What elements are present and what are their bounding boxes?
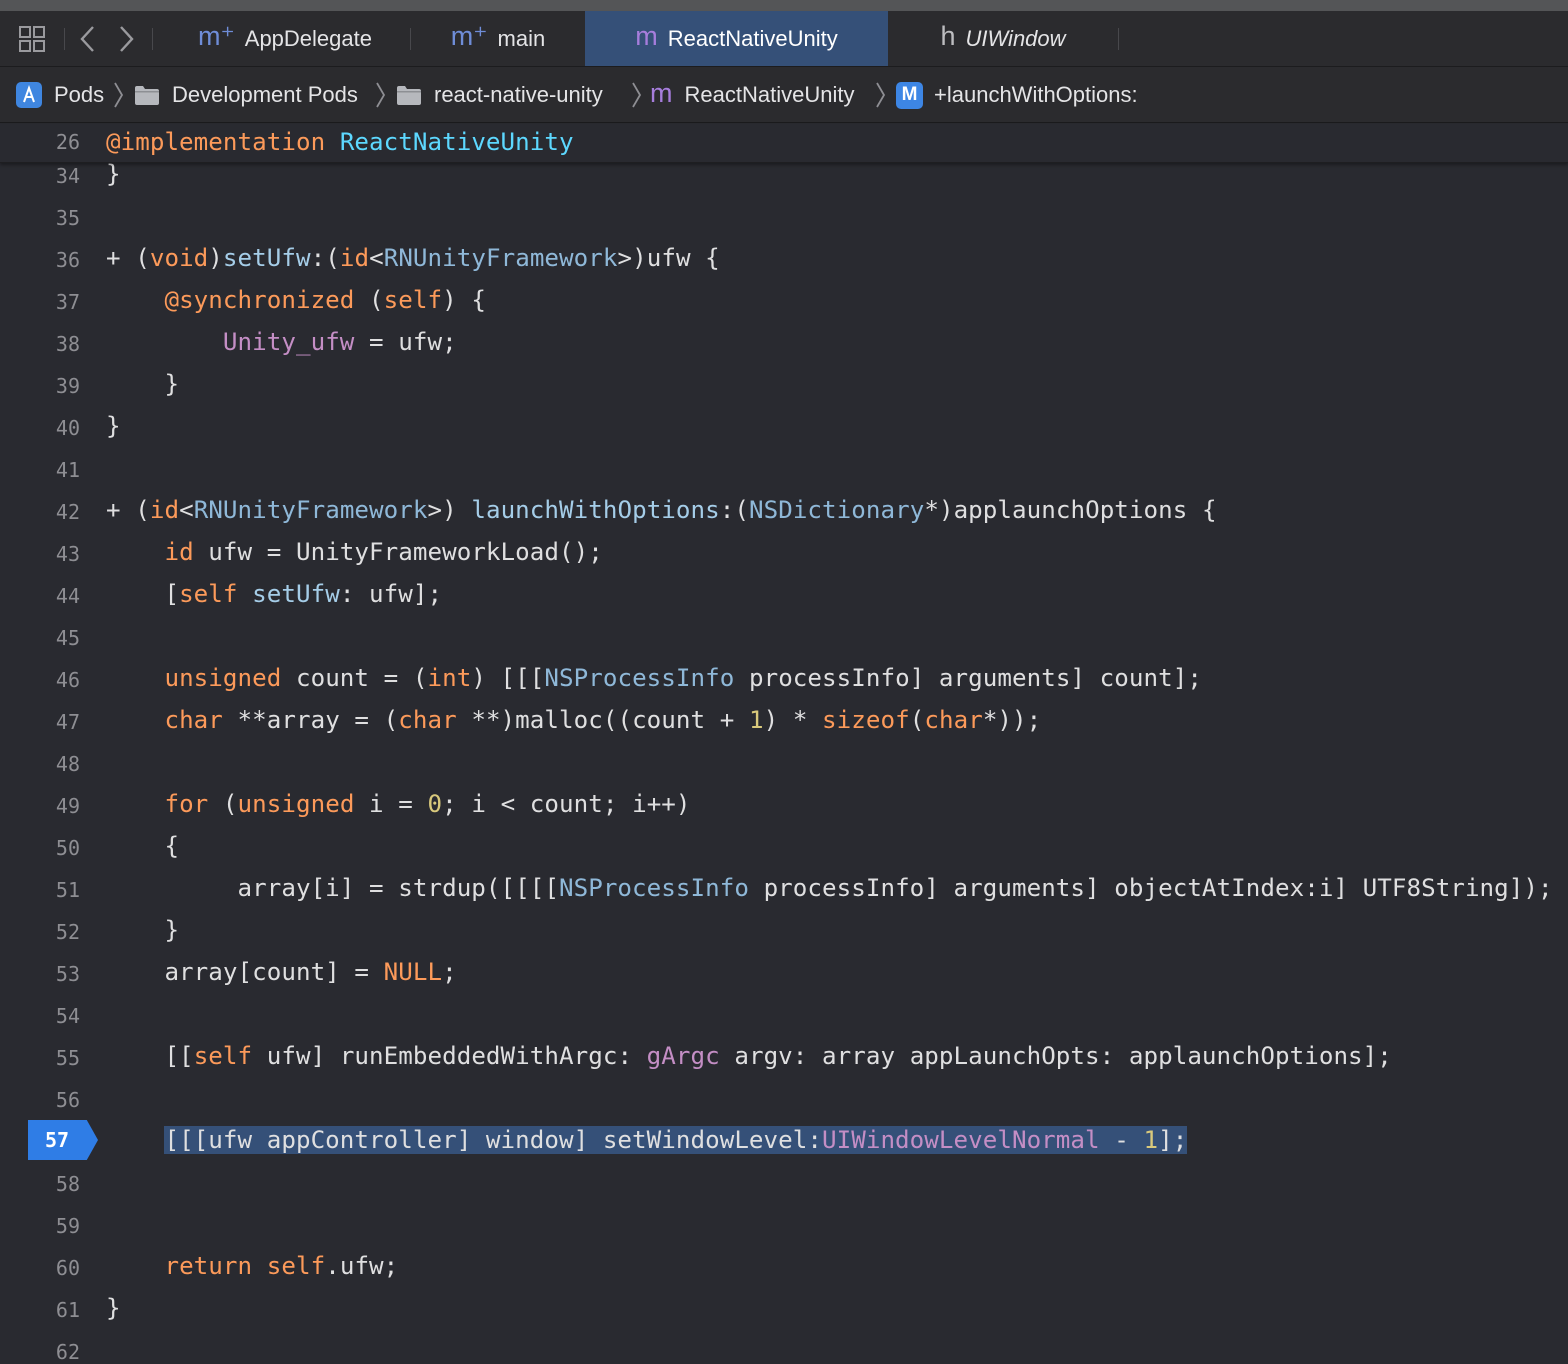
line-number[interactable]: 54 <box>0 1004 80 1028</box>
selected-code-line[interactable]: [[[ufw appController] window] setWindowL… <box>106 1126 1188 1154</box>
implementation-keyword: @implementation <box>106 128 326 156</box>
line-number[interactable]: 44 <box>0 584 80 608</box>
line-number: 26 <box>55 130 80 154</box>
breadcrumb-label: Development Pods <box>172 82 358 107</box>
tab-label: UIWindow <box>965 25 1066 51</box>
line-number[interactable]: 56 <box>0 1088 80 1112</box>
tab-uiwindow[interactable]: h UIWindow <box>888 11 1118 66</box>
chevron-right-icon <box>112 67 124 123</box>
code-line[interactable]: } <box>106 412 121 440</box>
code-line[interactable]: } <box>106 160 121 188</box>
code-line[interactable]: { <box>106 832 179 860</box>
code-line: @implementation ReactNativeUnity <box>106 128 574 156</box>
line-number[interactable]: 62 <box>0 1340 80 1364</box>
tab-appdelegate[interactable]: m⁺ AppDelegate <box>160 11 410 66</box>
line-number[interactable]: 40 <box>0 416 80 440</box>
related-items-icon[interactable] <box>14 21 50 57</box>
line-number[interactable]: 39 <box>0 374 80 398</box>
code-line[interactable]: array[count] = NULL; <box>106 958 457 986</box>
code-line[interactable]: id ufw = UnityFrameworkLoad(); <box>106 538 603 566</box>
breadcrumb-label: +launchWithOptions: <box>934 82 1138 107</box>
app-project-icon <box>16 82 42 108</box>
line-number[interactable]: 59 <box>0 1214 80 1238</box>
code-line[interactable]: Unity_ufw = ufw; <box>106 328 457 356</box>
text-selection: [[[ufw appController] window] setWindowL… <box>164 1126 1188 1154</box>
breadcrumb-item-react-native-unity[interactable]: react-native-unity <box>396 67 603 123</box>
breadcrumb-item-reactnativeunity[interactable]: m ReactNativeUnity <box>650 67 854 123</box>
folder-icon <box>134 84 160 106</box>
line-number[interactable]: 34 <box>0 164 80 188</box>
line-number[interactable]: 37 <box>0 290 80 314</box>
tab-reactnativeunity[interactable]: m ReactNativeUnity <box>585 11 888 66</box>
tab-bar: m⁺ AppDelegate m⁺ main m ReactNativeUnit… <box>0 11 1568 67</box>
tab-label: ReactNativeUnity <box>667 25 838 51</box>
code-line[interactable]: } <box>106 1294 121 1322</box>
tab-label: AppDelegate <box>244 25 372 51</box>
line-number[interactable]: 52 <box>0 920 80 944</box>
code-line[interactable]: } <box>106 370 179 398</box>
window-top-strip <box>0 0 1568 11</box>
breakpoint-marker[interactable]: 57 <box>28 1120 98 1160</box>
line-number[interactable]: 43 <box>0 542 80 566</box>
chevron-right-icon <box>374 67 386 123</box>
method-icon: M <box>896 81 923 109</box>
chevron-right-icon <box>630 67 642 123</box>
line-number[interactable]: 58 <box>0 1172 80 1196</box>
code-line[interactable]: return self.ufw; <box>106 1252 398 1280</box>
line-number[interactable]: 53 <box>0 962 80 986</box>
breadcrumb-label: react-native-unity <box>434 82 603 107</box>
header-file-icon: h <box>940 21 956 51</box>
sticky-header: 26 @implementation ReactNativeUnity <box>0 124 1568 163</box>
code-line[interactable]: [self setUfw: ufw]; <box>106 580 442 608</box>
code-line[interactable]: char **array = (char **)malloc((count + … <box>106 706 1041 734</box>
tabbar-separator <box>152 28 153 50</box>
line-number[interactable]: 42 <box>0 500 80 524</box>
breadcrumb-item-pods[interactable]: Pods <box>16 67 104 123</box>
code-line[interactable]: + (void)setUfw:(id<RNUnityFramework>)ufw… <box>106 244 720 272</box>
folder-icon <box>396 84 422 106</box>
line-number[interactable]: 61 <box>0 1298 80 1322</box>
chevron-right-icon <box>874 67 886 123</box>
code-editor[interactable]: 26 @implementation ReactNativeUnity 34} 3… <box>0 124 1568 1364</box>
code-line[interactable]: } <box>106 916 179 944</box>
breadcrumb-item-method[interactable]: M +launchWithOptions: <box>896 67 1138 123</box>
line-number[interactable]: 50 <box>0 836 80 860</box>
line-number[interactable]: 51 <box>0 878 80 902</box>
tab-main[interactable]: m⁺ main <box>411 11 585 66</box>
code-line[interactable]: + (id<RNUnityFramework>) launchWithOptio… <box>106 496 1217 524</box>
line-number[interactable]: 38 <box>0 332 80 356</box>
code-line[interactable]: array[i] = strdup([[[[NSProcessInfo proc… <box>106 874 1553 902</box>
objc-file-icon: m <box>650 77 673 108</box>
breadcrumb-label: ReactNativeUnity <box>684 82 855 107</box>
line-number[interactable]: 35 <box>0 206 80 230</box>
code-line[interactable]: for (unsigned i = 0; i < count; i++) <box>106 790 691 818</box>
objc-file-icon: m⁺ <box>450 21 488 51</box>
code-line[interactable]: [[self ufw] runEmbeddedWithArgc: gArgc a… <box>106 1042 1392 1070</box>
code-line[interactable]: unsigned count = (int) [[[NSProcessInfo … <box>106 664 1202 692</box>
breadcrumb: Pods Development Pods react-native-unity… <box>0 67 1568 123</box>
objc-file-icon: m⁺ <box>198 21 235 51</box>
tabbar-separator <box>1118 28 1119 50</box>
breadcrumb-item-development-pods[interactable]: Development Pods <box>134 67 358 123</box>
tabbar-separator <box>64 28 65 50</box>
class-name: ReactNativeUnity <box>339 128 574 156</box>
objc-file-icon: m <box>635 21 658 51</box>
line-number[interactable]: 49 <box>0 794 80 818</box>
code-line[interactable]: @synchronized (self) { <box>106 286 486 314</box>
line-number[interactable]: 55 <box>0 1046 80 1070</box>
line-number[interactable]: 47 <box>0 710 80 734</box>
line-number[interactable]: 36 <box>0 248 80 272</box>
tab-label: main <box>497 25 546 51</box>
line-number[interactable]: 48 <box>0 752 80 776</box>
back-chevron-icon[interactable] <box>72 21 104 57</box>
line-number[interactable]: 45 <box>0 626 80 650</box>
breadcrumb-label: Pods <box>54 82 105 107</box>
line-number[interactable]: 60 <box>0 1256 80 1280</box>
line-number[interactable]: 41 <box>0 458 80 482</box>
forward-chevron-icon[interactable] <box>110 21 142 57</box>
line-number[interactable]: 46 <box>0 668 80 692</box>
